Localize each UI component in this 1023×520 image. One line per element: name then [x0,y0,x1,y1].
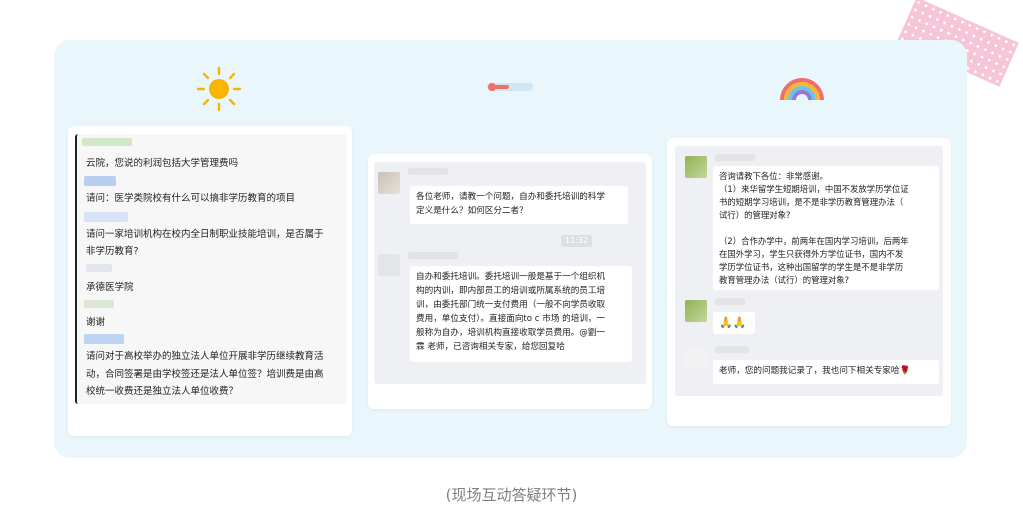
reply-bubble: 老师，您的问题我记录了，我也问下相关专家哈🌹 [713,360,939,384]
blurred-name [715,346,749,353]
blurred-name [84,212,128,222]
answer-line: 训，由委托部门统一支付费用（一般不向学员收取 [416,300,606,310]
message-6a: 请问对于高校举办的独立法人单位开展非学历继续教育活 [86,351,324,362]
caption: (现场互动答疑环节) [445,486,578,504]
question-line: 在国外学习，学生只获得外方学位证书，国内不发 [719,249,904,259]
emoji-reply-bubble: 🙏🙏 [713,312,755,334]
question-line: （2）合作办学中，前两年在国内学习培训，后两年 [719,236,909,246]
answer-line: 般称为自办，培训机构直接收取学员费用。@劉一 [416,328,606,338]
message-1: 云院，您说的利润包括大学管理费吗 [86,158,239,169]
message-6b: 动，合同签署是由学校签还是法人单位签？培训费是由高 [86,369,324,380]
question-line: 试行）的管理对象? [719,210,791,220]
blurred-name [715,154,755,161]
question-line: 咨询请教下各位：非常感谢。 [719,171,828,181]
question-line: 教育管理办法（试行）的管理对象? [719,275,850,285]
question-bubble: 咨询请教下各位：非常感谢。 （1）来华留学生短期培训，中国不发放学历学位证 书的… [713,166,939,290]
avatar [685,348,707,370]
question-bubble: 各位老师，请教一个问题，自办和委托培训的科学 定义是什么？如何区分二者？ [410,186,628,224]
message-2: 请问：医学类院校有什么可以搞非学历教育的项目 [86,193,296,204]
blurred-name [84,176,116,186]
blurred-name [408,168,448,175]
answer-line: 费用，单位支付）。直接面向to c 市场 的培训，一 [416,314,606,324]
chat-screenshot-card-3: 咨询请教下各位：非常感谢。 （1）来华留学生短期培训，中国不发放学历学位证 书的… [667,138,951,426]
question-line: （1）来华留学生短期培训，中国不发放学历学位证 [719,184,909,194]
message-3b: 非学历教育? [86,246,139,257]
blurred-name [86,264,112,272]
message-6c: 校统一收费还是独立法人单位收费？ [86,386,239,397]
blurred-name [84,334,124,344]
avatar [685,156,707,178]
question-line: 各位老师，请教一个问题，自办和委托培训的科学 [416,192,606,202]
answer-line: 构的内训，即内部员工的培训或所属系统的员工培 [416,286,606,296]
answer-line: 自办和委托培训。委托培训一般是基于一个组织机 [416,272,606,282]
answer-bubble: 自办和委托培训。委托培训一般是基于一个组织机 构的内训，即内部员工的培训或所属系… [410,266,632,362]
avatar [685,300,707,322]
thermometer-icon [487,83,533,91]
blurred-name [84,300,114,308]
timestamp: 11:32 [561,235,593,247]
question-line: 学历学位证书，这种出国留学的学生是不是非学历 [719,262,904,272]
question-line: 定义是什么？如何区分二者？ [416,206,528,216]
message-3a: 请问一家培训机构在校内全日制职业技能培训，是否属于 [86,229,324,240]
sun-icon [196,66,242,112]
avatar [378,254,400,276]
chat-screenshot-card-1: 云院，您说的利润包括大学管理费吗 请问：医学类院校有什么可以搞非学历教育的项目 … [68,126,352,436]
message-4: 承德医学院 [86,282,134,293]
blurred-name [715,298,745,305]
blurred-name [82,138,132,146]
rainbow-icon [780,78,824,101]
answer-line: 霖 老师，已咨询相关专家，给您回复哈 [416,342,565,352]
message-5: 谢谢 [86,317,106,328]
blurred-name [408,252,458,259]
question-line: 书的短期学习培训，是不是非学历教育管理办法（ [719,197,904,207]
chat-screenshot-card-2: 各位老师，请教一个问题，自办和委托培训的科学 定义是什么？如何区分二者？ 11:… [368,154,652,409]
avatar [378,172,400,194]
